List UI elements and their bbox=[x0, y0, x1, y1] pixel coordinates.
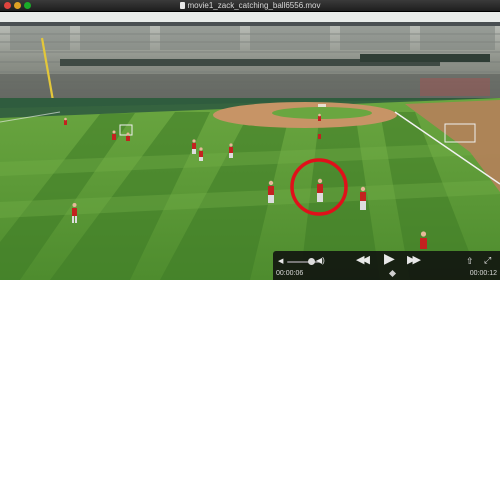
player bbox=[64, 117, 67, 125]
elapsed-time: 00:00:06 bbox=[276, 270, 304, 277]
share-icon[interactable]: ⇧ bbox=[466, 257, 474, 266]
timeline-scrubber[interactable] bbox=[388, 269, 397, 278]
player bbox=[318, 113, 321, 121]
video-frame[interactable]: ◀ ◀) ◀◀ ▶ ▶▶ ⇧ ⤢ 00:00:06 00:00:12 bbox=[0, 12, 500, 280]
player bbox=[199, 147, 203, 161]
play-icon[interactable]: ▶ bbox=[384, 251, 395, 265]
window-title-text: movie1_zack_catching_ball6556.mov bbox=[187, 1, 321, 10]
speaker-low-icon[interactable]: ◀ bbox=[278, 257, 283, 266]
expand-icon[interactable]: ⤢ bbox=[484, 256, 491, 265]
video-image bbox=[0, 12, 500, 280]
window-title-bar: movie1_zack_catching_ball6556.mov bbox=[0, 0, 500, 12]
fast-forward-icon[interactable]: ▶▶ bbox=[407, 255, 421, 266]
speaker-high-icon[interactable]: ◀) bbox=[316, 256, 325, 265]
volume-knob[interactable] bbox=[308, 258, 315, 265]
remaining-time: 00:00:12 bbox=[469, 270, 497, 277]
movie-file-icon bbox=[179, 2, 185, 9]
rewind-icon[interactable]: ◀◀ bbox=[356, 255, 370, 266]
player bbox=[318, 134, 321, 139]
player bbox=[229, 143, 233, 158]
player bbox=[126, 132, 130, 141]
window-title: movie1_zack_catching_ball6556.mov bbox=[0, 0, 500, 11]
player bbox=[112, 130, 116, 140]
player bbox=[192, 139, 196, 154]
player bbox=[420, 231, 427, 249]
playback-controls: ◀ ◀) ◀◀ ▶ ▶▶ ⇧ ⤢ 00:00:06 00:00:12 bbox=[273, 251, 500, 280]
